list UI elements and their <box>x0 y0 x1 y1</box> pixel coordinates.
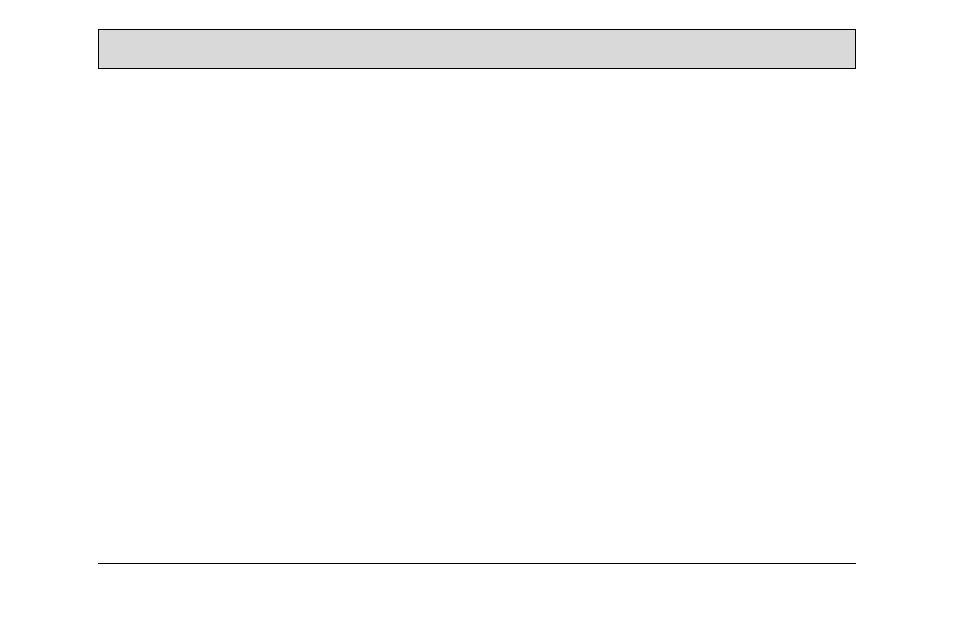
header-box <box>98 29 856 69</box>
document-page <box>0 0 954 618</box>
footer-rule <box>98 563 856 564</box>
